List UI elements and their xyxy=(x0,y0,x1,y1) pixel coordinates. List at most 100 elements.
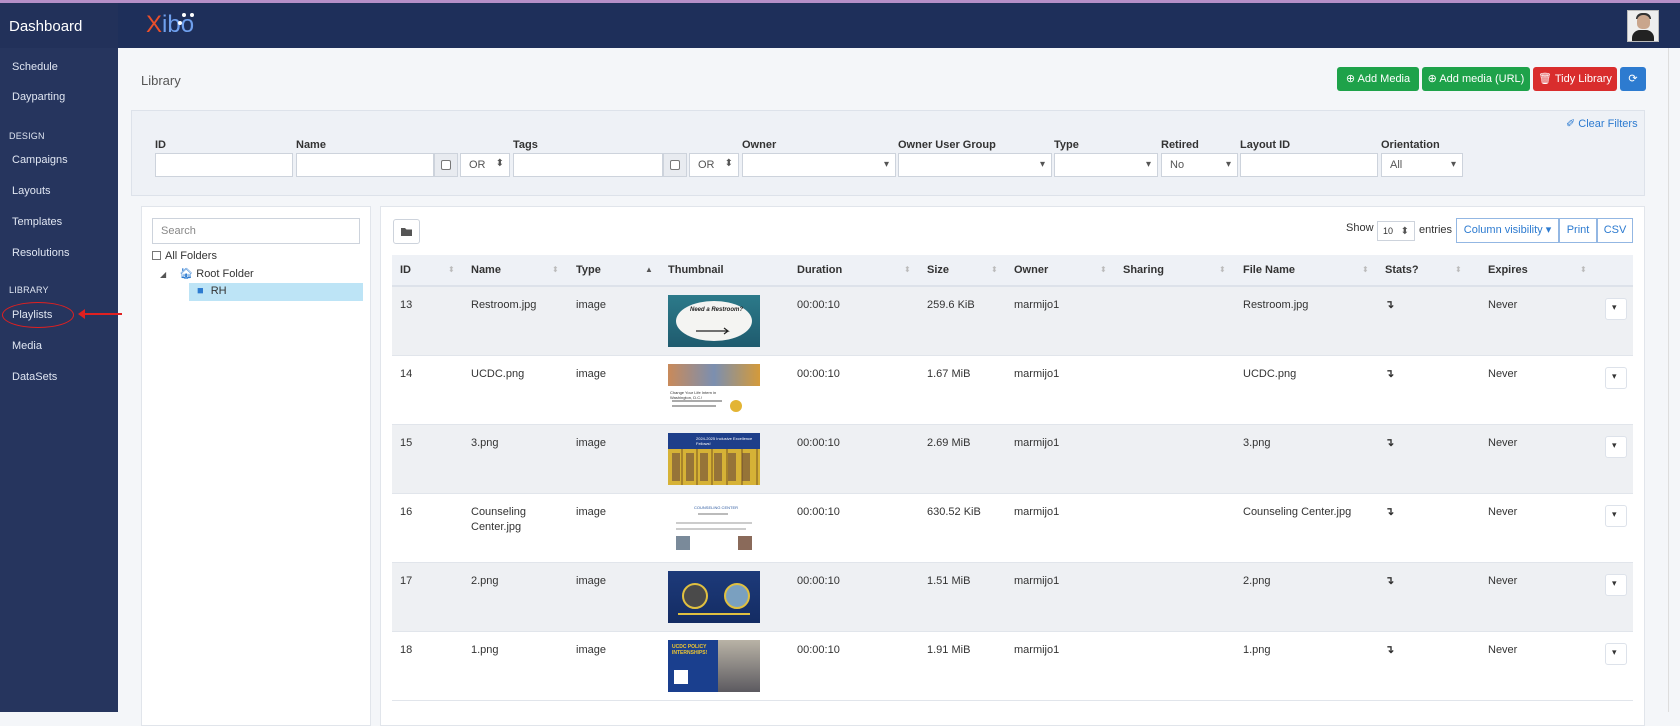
row-actions-button[interactable] xyxy=(1605,436,1627,458)
thumbnail-image[interactable] xyxy=(668,571,760,623)
tags-logic-select[interactable]: OR xyxy=(689,153,739,177)
folder-search-input[interactable]: Search xyxy=(152,218,360,244)
row-owner: marmijo1 xyxy=(1014,644,1060,656)
add-icon: ⊕ xyxy=(1345,73,1358,85)
row-expires: Never xyxy=(1488,575,1518,587)
table-row[interactable]: 13 Restroom.jpg image Need a Restroom? 0… xyxy=(392,287,1633,356)
column-header-type[interactable]: Type xyxy=(576,264,601,276)
table-row[interactable]: 15 3.png image 2024-2025 Inclusive Excel… xyxy=(392,425,1633,494)
row-actions-button[interactable] xyxy=(1605,643,1627,665)
row-id: 13 xyxy=(400,299,413,311)
all-folders-checkbox[interactable]: All Folders xyxy=(152,250,217,262)
thumbnail-image[interactable]: Change Your Life Intern in Washington, D… xyxy=(668,364,760,416)
retired-filter-select[interactable]: No xyxy=(1161,153,1238,177)
tags-filter-input[interactable] xyxy=(513,153,663,177)
row-size: 1.51 MiB xyxy=(927,575,971,587)
scrollbar[interactable] xyxy=(1668,48,1680,712)
table-row[interactable]: 16 Counseling Center.jpg image COUNSELIN… xyxy=(392,494,1633,563)
root-folder-node[interactable]: ◢ 🏠︎ Root Folder xyxy=(160,267,254,280)
row-type: image xyxy=(576,299,606,311)
owner-group-filter-select[interactable] xyxy=(898,153,1052,177)
id-filter-label: ID xyxy=(155,139,166,151)
row-actions-button[interactable] xyxy=(1605,505,1627,527)
row-file-name: 1.png xyxy=(1243,644,1271,656)
brand-area: Dashboard xyxy=(0,3,118,48)
row-expires: Never xyxy=(1488,368,1518,380)
tree-collapse-icon[interactable]: ◢ xyxy=(160,270,166,279)
row-size: 1.67 MiB xyxy=(927,368,971,380)
thumbnail-image[interactable]: COUNSELING CENTER xyxy=(668,502,760,554)
row-actions-button[interactable] xyxy=(1605,298,1627,320)
annotation-arrow xyxy=(78,309,122,319)
table-row[interactable]: 18 1.png image UCDC POLICY INTERNSHIPS! … xyxy=(392,632,1633,701)
sidebar-item-resolutions[interactable]: Resolutions xyxy=(12,247,69,259)
column-header-sharing[interactable]: Sharing xyxy=(1123,264,1164,276)
id-filter-input[interactable] xyxy=(155,153,293,177)
clear-filters-link[interactable]: ✐ Clear Filters xyxy=(1566,117,1638,130)
sidebar-item-templates[interactable]: Templates xyxy=(12,216,62,228)
row-type: image xyxy=(576,506,606,518)
row-duration: 00:00:10 xyxy=(797,437,840,449)
dashboard-link[interactable]: Dashboard xyxy=(9,18,82,35)
csv-button[interactable]: CSV xyxy=(1597,218,1633,243)
folder-icon xyxy=(401,228,412,236)
column-header-name[interactable]: Name xyxy=(471,264,501,276)
column-header-duration[interactable]: Duration xyxy=(797,264,842,276)
row-name: 2.png xyxy=(471,575,499,587)
row-actions-button[interactable] xyxy=(1605,367,1627,389)
row-duration: 00:00:10 xyxy=(797,575,840,587)
tidy-library-button[interactable]: 🗑 Tidy Library xyxy=(1533,67,1617,91)
owner-filter-select[interactable] xyxy=(742,153,896,177)
sidebar: Schedule Dayparting DESIGN Campaigns Lay… xyxy=(0,48,118,712)
row-file-name: 2.png xyxy=(1243,575,1271,587)
column-header-stats[interactable]: Stats? xyxy=(1385,264,1419,276)
thumbnail-image[interactable]: UCDC POLICY INTERNSHIPS! xyxy=(668,640,760,692)
stats-icon: ↴ xyxy=(1385,299,1395,311)
orientation-filter-label: Orientation xyxy=(1381,139,1440,151)
print-button[interactable]: Print xyxy=(1559,218,1597,243)
add-media-button[interactable]: ⊕ Add Media xyxy=(1337,67,1419,91)
sidebar-item-campaigns[interactable]: Campaigns xyxy=(12,154,68,166)
folder-toggle-button[interactable] xyxy=(393,219,420,244)
top-bar: Dashboard Xibo xyxy=(0,0,1680,48)
row-actions-button[interactable] xyxy=(1605,574,1627,596)
column-header-expires[interactable]: Expires xyxy=(1488,264,1528,276)
row-owner: marmijo1 xyxy=(1014,575,1060,587)
row-owner: marmijo1 xyxy=(1014,437,1060,449)
column-visibility-button[interactable]: Column visibility ▾ xyxy=(1456,218,1559,243)
row-file-name: 3.png xyxy=(1243,437,1271,449)
sidebar-item-media[interactable]: Media xyxy=(12,340,42,352)
row-name: UCDC.png xyxy=(471,368,525,380)
column-header-id[interactable]: ID xyxy=(400,264,411,276)
table-row[interactable]: 17 2.png image 00:00:10 1.51 MiB marmijo… xyxy=(392,563,1633,632)
thumbnail-image[interactable]: 2024-2025 Inclusive Excellence Fellows! xyxy=(668,433,760,485)
refresh-button[interactable]: ⟳ xyxy=(1620,67,1646,91)
column-header-owner[interactable]: Owner xyxy=(1014,264,1048,276)
page-size-select[interactable]: 10 xyxy=(1377,221,1415,241)
layout-id-filter-label: Layout ID xyxy=(1240,139,1291,151)
name-filter-input[interactable] xyxy=(296,153,434,177)
rh-folder-node[interactable]: ■ RH xyxy=(189,283,363,301)
orientation-filter-select[interactable]: All xyxy=(1381,153,1463,177)
type-filter-select[interactable] xyxy=(1054,153,1158,177)
thumbnail-image[interactable]: Need a Restroom? xyxy=(668,295,760,347)
row-size: 2.69 MiB xyxy=(927,437,971,449)
row-id: 17 xyxy=(400,575,413,587)
stats-icon: ↴ xyxy=(1385,437,1395,449)
sidebar-item-schedule[interactable]: Schedule xyxy=(12,61,58,73)
add-media-url-button[interactable]: ⊕ Add media (URL) xyxy=(1422,67,1530,91)
sidebar-item-datasets[interactable]: DataSets xyxy=(12,371,57,383)
name-logic-select[interactable]: OR xyxy=(460,153,510,177)
column-header-file-name[interactable]: File Name xyxy=(1243,264,1295,276)
row-id: 16 xyxy=(400,506,413,518)
column-header-size[interactable]: Size xyxy=(927,264,949,276)
tags-exact-checkbox[interactable] xyxy=(663,153,687,177)
table-row[interactable]: 14 UCDC.png image Change Your Life Inter… xyxy=(392,356,1633,425)
sidebar-item-layouts[interactable]: Layouts xyxy=(12,185,51,197)
sidebar-item-dayparting[interactable]: Dayparting xyxy=(12,91,65,103)
user-avatar[interactable] xyxy=(1627,10,1659,42)
show-label: Show xyxy=(1346,222,1374,234)
add-icon: ⊕ xyxy=(1427,73,1440,85)
name-exact-checkbox[interactable] xyxy=(434,153,458,177)
layout-id-filter-input[interactable] xyxy=(1240,153,1378,177)
